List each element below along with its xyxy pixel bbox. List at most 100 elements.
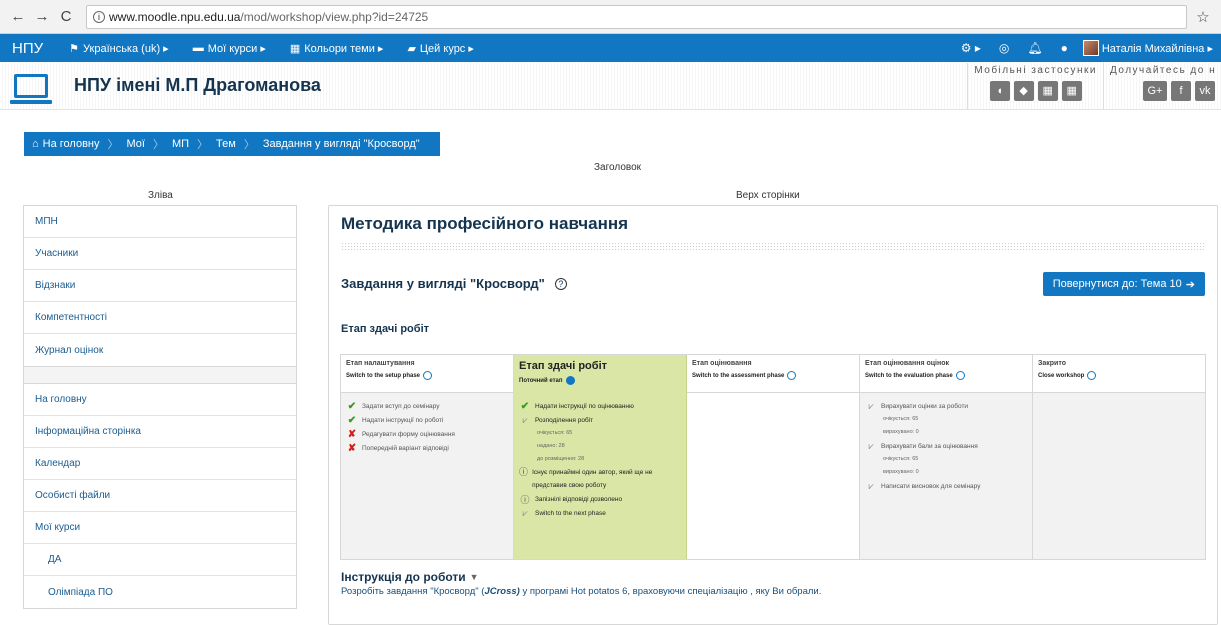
back-arrow-icon[interactable]: ← (8, 8, 28, 25)
instructions-text: Розробіть завдання "Кросворд" (JCross) у… (341, 586, 821, 597)
social-label: Долучайтесь до нас (1110, 64, 1215, 76)
sidebar-item-home[interactable]: На головну (24, 384, 296, 416)
course-nav-block: МПН Учасники Відзнаки Компетентності Жур… (23, 205, 297, 367)
sidebar-item-info-page[interactable]: Інформаційна сторінка (24, 416, 296, 448)
target-icon[interactable]: ◎ (990, 41, 1018, 55)
sign-in-arrow-icon: ➔ (1185, 278, 1195, 291)
task-item[interactable]: ⩗ Вирахувати бали за оцінювання (865, 439, 1027, 453)
breadcrumb-course[interactable]: МП (164, 138, 197, 150)
breadcrumb: ⌂ На головну 〉 Мої 〉 МП 〉 Тем 〉 Завдання … (24, 132, 440, 156)
todo-check-icon: ⩗ (522, 507, 528, 518)
android-icon[interactable]: ◆ (1013, 80, 1034, 101)
google-plus-icon[interactable]: G+ (1143, 80, 1167, 101)
switch-setup-phase[interactable]: Switch to the setup phase (346, 371, 508, 380)
cross-icon: ✘ (347, 428, 357, 440)
caret-down-icon: ▼ (469, 572, 479, 582)
task-detail: вирахувано: 0 (883, 469, 919, 475)
instructions-text-end: у програмі Hot potatos 6, враховуючи спе… (519, 586, 822, 597)
forward-arrow-icon[interactable]: → (32, 8, 52, 25)
url-host: www.moodle.npu.edu.ua (109, 9, 241, 24)
browser-toolbar: ← → C i www.moodle.npu.edu.ua/mod/worksh… (0, 0, 1221, 34)
user-name: Наталія Михайлівна ▸ (1101, 42, 1213, 55)
vk-icon[interactable]: vk (1195, 80, 1215, 101)
breadcrumb-activity[interactable]: Завдання у вигляді "Кросворд" (255, 138, 428, 150)
breadcrumb-home-label: На головну (42, 138, 100, 150)
menu-theme-colors[interactable]: ▦ Кольори теми ▸ (278, 42, 396, 55)
close-workshop-switch[interactable]: Close workshop (1038, 371, 1200, 380)
check-icon: ✔ (347, 400, 357, 412)
sidebar-item-badges[interactable]: Відзнаки (24, 270, 296, 302)
grid-icon: ▦ (289, 42, 301, 55)
task-item[interactable]: ⩗ Розподілення робіт (519, 413, 681, 427)
menu-my-courses[interactable]: ▬ Мої курси ▸ (181, 42, 278, 55)
phase-closed-name: Закрито (1038, 360, 1066, 367)
task-detail: очікується: 65 (883, 416, 919, 422)
brand-link[interactable]: НПУ (0, 40, 57, 57)
switch-assessment-label: Switch to the assessment phase (692, 372, 785, 379)
task-item[interactable]: ⩗ Написати висновок для семінару (865, 479, 1027, 493)
task-item[interactable]: ✔ Надати інструкції по оцінюванню (519, 399, 681, 413)
graduation-cap-icon: ▬ (192, 42, 204, 54)
task-item[interactable]: ✔ Задати вступ до семінару (346, 399, 508, 413)
info-icon[interactable]: i (93, 10, 105, 23)
region-left-label: Зліва (148, 190, 173, 201)
chat-bubble-icon[interactable]: ● (1052, 41, 1077, 55)
task-label: Попередній варіант відповіді (362, 444, 449, 452)
chevron-right-icon: 〉 (152, 139, 164, 151)
sidebar-item-private-files[interactable]: Особисті файли (24, 480, 296, 512)
help-icon[interactable]: ? (554, 277, 567, 290)
divider (341, 242, 1205, 252)
sidebar-item-mpn[interactable]: МПН (24, 206, 296, 238)
settings-gear-icon[interactable]: ⚙ ▸ (952, 41, 990, 55)
instructions-text-start: Розробіть завдання "Кросворд" ( (341, 586, 485, 597)
task-label: Задати вступ до семінару (362, 402, 440, 410)
facebook-icon[interactable]: f (1171, 80, 1191, 101)
bell-icon[interactable]: 🔔︎ (1018, 41, 1051, 55)
sidebar-item-competencies[interactable]: Компетентності (24, 302, 296, 334)
task-item[interactable]: ⩗ Вирахувати оцінки за роботи (865, 399, 1027, 413)
sidebar-item-calendar[interactable]: Календар (24, 448, 296, 480)
close-workshop-label: Close workshop (1038, 372, 1085, 379)
breadcrumb-topic[interactable]: Тем (208, 138, 244, 150)
activity-title: Завдання у вигляді "Кросворд" ? (341, 276, 567, 291)
site-header: НПУ імені М.П Драгоманова Мобільні засто… (0, 62, 1221, 110)
task-item[interactable]: ✔ Надати інструкції по роботі (346, 413, 508, 427)
sidebar-item-participants[interactable]: Учасники (24, 238, 296, 270)
user-menu[interactable]: Наталія Михайлівна ▸ (1077, 40, 1221, 56)
circle-icon (1087, 371, 1097, 380)
task-item[interactable]: ✘ Редагувати форму оцінювання (346, 427, 508, 441)
return-to-topic-button[interactable]: Повернутися до: Тема 10 ➔ (1042, 272, 1205, 296)
task-item[interactable]: ✘ Попередній варіант відповіді (346, 441, 508, 455)
switch-evaluation-phase[interactable]: Switch to the evaluation phase (865, 371, 1027, 380)
bookmark-star-icon[interactable]: ☆ (1193, 8, 1213, 26)
site-title[interactable]: НПУ імені М.П Драгоманова (74, 75, 321, 96)
current-phase-heading: Етап здачі робіт (341, 323, 430, 335)
sidebar-item-grades[interactable]: Журнал оцінок (24, 334, 296, 366)
reload-icon[interactable]: C (56, 8, 76, 25)
menu-theme-colors-label: Кольори теми ▸ (304, 42, 384, 55)
switch-assessment-phase[interactable]: Switch to the assessment phase (692, 371, 854, 380)
menu-language[interactable]: ⚑ Українська (uk) ▸ (57, 42, 181, 55)
menu-this-course[interactable]: ▰ Цей курс ▸ (395, 42, 485, 55)
phase-submission: Етап здачі робіт Поточний етап ✔ Надати і… (514, 355, 687, 559)
breadcrumb-my[interactable]: Мої (119, 138, 153, 150)
apple-icon[interactable]: ◖ (989, 80, 1010, 101)
region-top-label: Заголовок (594, 162, 642, 173)
windows-icon[interactable]: ▦ (1037, 80, 1058, 101)
sidebar-item-da[interactable]: ДА (24, 544, 296, 576)
sidebar-item-olympiad[interactable]: Олімпіада ПО (24, 576, 296, 608)
windows-phone-icon[interactable]: ▦ (1061, 80, 1082, 101)
mobile-apps-label: Мобільні застосунки (974, 64, 1097, 76)
url-path: /mod/workshop/view.php?id=24725 (240, 9, 429, 24)
address-bar[interactable]: i www.moodle.npu.edu.ua/mod/workshop/vie… (86, 4, 1187, 29)
filled-circle-icon (565, 376, 575, 385)
instructions-toggle[interactable]: Інструкція до роботи ▼ (341, 570, 479, 584)
task-label: Вирахувати оцінки за роботи (881, 402, 969, 410)
sidebar-item-my-courses[interactable]: Мої курси (24, 512, 296, 544)
chevron-right-icon: 〉 (107, 139, 119, 151)
task-item[interactable]: ⩗ Switch to the next phase (519, 506, 681, 520)
site-nav-block: На головну Інформаційна сторінка Календа… (23, 383, 297, 609)
mobile-apps-block: Мобільні застосунки ◖ ◆ ▦ ▦ (967, 62, 1103, 109)
navbar: НПУ ⚑ Українська (uk) ▸ ▬ Мої курси ▸ ▦ Кол… (0, 34, 1221, 62)
breadcrumb-home[interactable]: ⌂ На головну (24, 138, 108, 150)
